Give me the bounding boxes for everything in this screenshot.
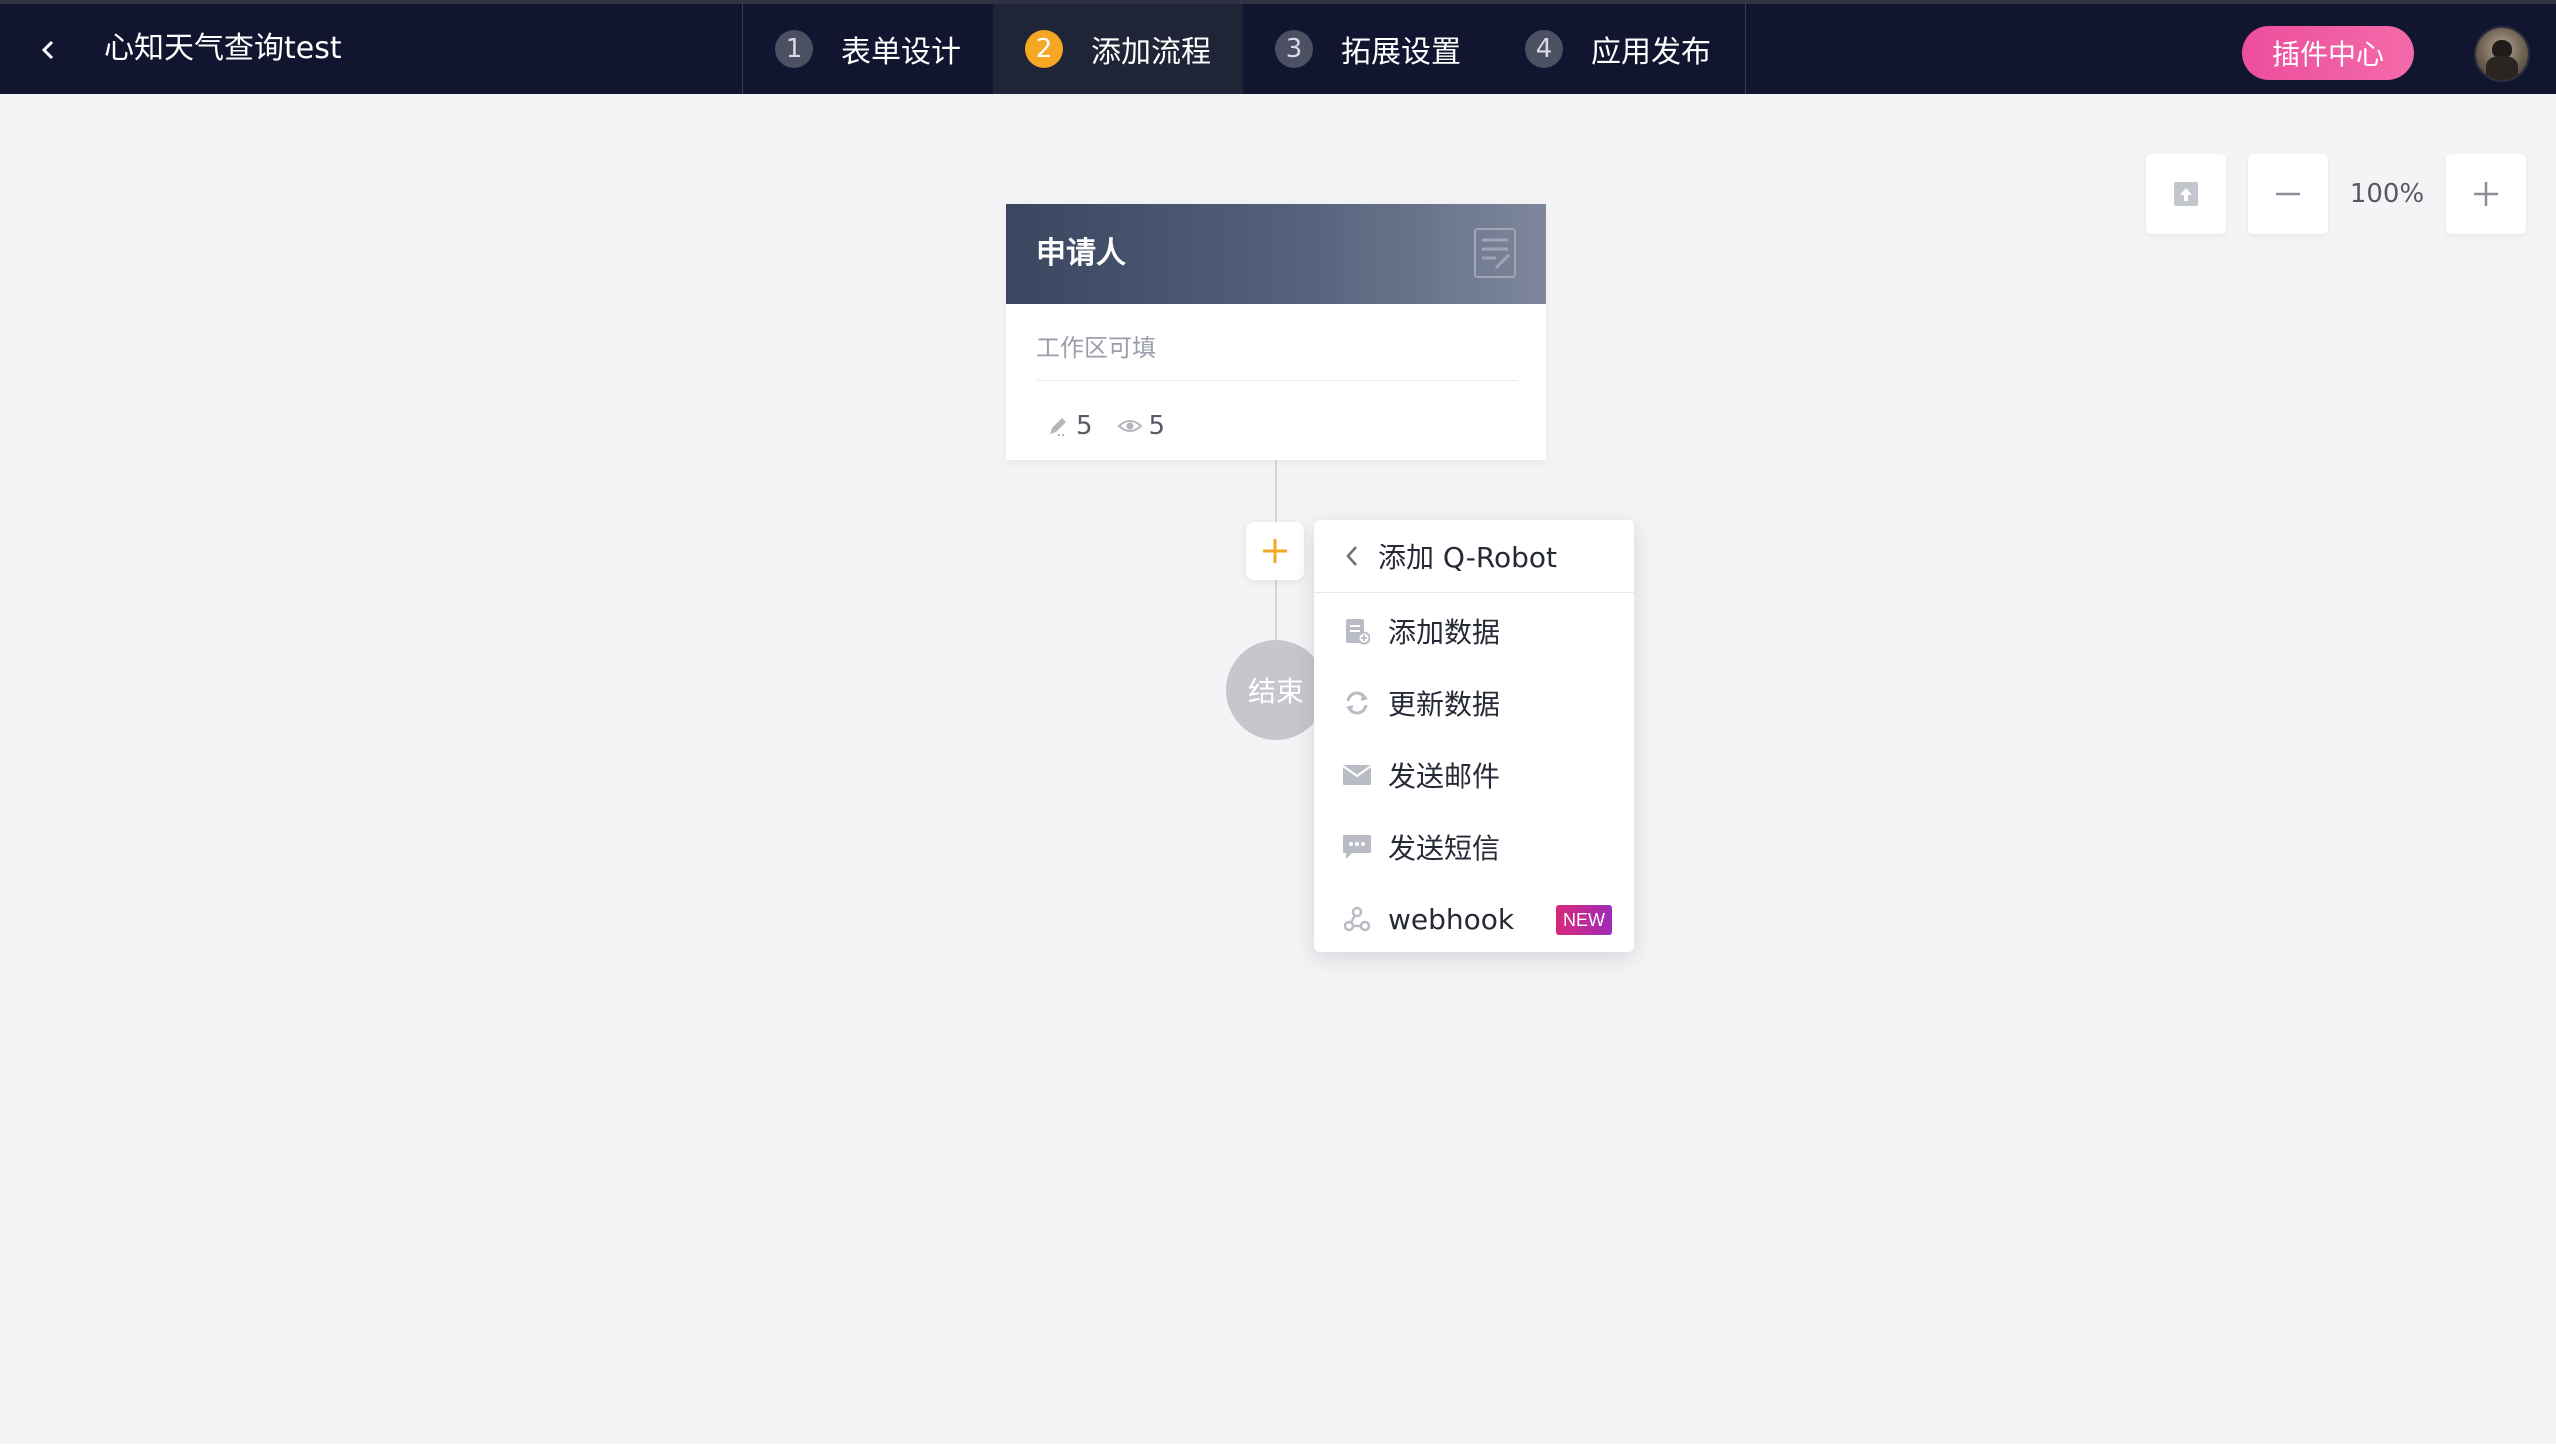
menu-item-update-data[interactable]: 更新数据: [1314, 667, 1634, 739]
add-robot-menu: 添加 Q-Robot 添加数据 更新数据 发送邮件 发送短信 webhook N…: [1314, 520, 1634, 952]
zoom-in-button[interactable]: [2446, 154, 2526, 234]
sms-icon: [1342, 832, 1372, 862]
edit-stat: 5: [1046, 411, 1093, 441]
eye-icon: [1117, 420, 1143, 432]
plus-icon: [2474, 182, 2498, 206]
connector-line: [1275, 460, 1277, 522]
plugin-center-button[interactable]: 插件中心: [2242, 26, 2414, 80]
plus-icon: [1263, 539, 1287, 563]
add-step-button[interactable]: [1246, 522, 1304, 580]
menu-item-label: webhook: [1388, 902, 1515, 936]
step-number: 1: [775, 30, 813, 68]
step-app-publish[interactable]: 4 应用发布: [1493, 4, 1743, 94]
card-stats: 5 5: [1046, 406, 1189, 446]
step-label: 拓展设置: [1341, 35, 1461, 70]
avatar-body-shape: [2486, 56, 2518, 80]
menu-item-label: 发送邮件: [1388, 760, 1501, 793]
card-divider: [1036, 380, 1518, 381]
menu-title: 添加 Q-Robot: [1378, 541, 1558, 574]
pencil-icon: [1050, 418, 1066, 436]
step-label: 应用发布: [1591, 35, 1711, 70]
step-number: 2: [1025, 30, 1063, 68]
end-node: 结束: [1226, 640, 1326, 740]
upload-icon: [2174, 182, 2198, 206]
applicant-node-card[interactable]: 申请人 工作区可填 5 5: [1006, 204, 1546, 460]
refresh-icon: [1342, 688, 1372, 718]
step-add-process[interactable]: 2 添加流程: [993, 4, 1243, 94]
step-navigation: 1 表单设计 2 添加流程 3 拓展设置 4 应用发布: [742, 4, 1746, 94]
form-note-icon: [1474, 228, 1516, 278]
connector-line: [1275, 580, 1277, 640]
new-badge: NEW: [1556, 905, 1612, 935]
minus-icon: [2276, 192, 2300, 196]
add-data-icon: [1342, 616, 1372, 646]
menu-item-label: 添加数据: [1388, 616, 1501, 649]
fit-view-button[interactable]: [2146, 154, 2226, 234]
menu-item-webhook[interactable]: webhook NEW: [1314, 883, 1634, 955]
view-count: 5: [1148, 411, 1166, 441]
menu-item-send-sms[interactable]: 发送短信: [1314, 811, 1634, 883]
mail-icon: [1342, 760, 1372, 790]
menu-back-header[interactable]: 添加 Q-Robot: [1314, 520, 1634, 593]
menu-item-add-data[interactable]: 添加数据: [1314, 595, 1634, 667]
step-form-design[interactable]: 1 表单设计: [743, 4, 993, 94]
zoom-out-button[interactable]: [2248, 154, 2328, 234]
menu-item-label: 更新数据: [1388, 688, 1501, 721]
chevron-left-icon: [1346, 546, 1357, 566]
view-stat: 5: [1117, 411, 1166, 441]
chevron-left-icon: [41, 40, 54, 60]
zoom-level: 100%: [2349, 179, 2425, 209]
avatar[interactable]: [2474, 26, 2530, 82]
step-number: 3: [1275, 30, 1313, 68]
edit-count: 5: [1076, 411, 1093, 441]
webhook-icon: [1342, 904, 1372, 934]
step-label: 添加流程: [1091, 35, 1211, 70]
app-title: 心知天气查询test: [104, 31, 342, 66]
top-bar: 心知天气查询test 1 表单设计 2 添加流程 3 拓展设置 4 应用发布 插…: [0, 0, 2556, 94]
step-label: 表单设计: [841, 35, 961, 70]
card-title: 申请人: [1036, 236, 1126, 271]
step-extension-settings[interactable]: 3 拓展设置: [1243, 4, 1493, 94]
card-header: 申请人: [1006, 204, 1546, 304]
menu-item-send-email[interactable]: 发送邮件: [1314, 739, 1634, 811]
card-description: 工作区可填: [1036, 334, 1156, 362]
step-number: 4: [1525, 30, 1563, 68]
menu-item-label: 发送短信: [1388, 832, 1501, 865]
back-button[interactable]: [20, 22, 76, 78]
bottom-strip: [0, 1444, 2556, 1448]
